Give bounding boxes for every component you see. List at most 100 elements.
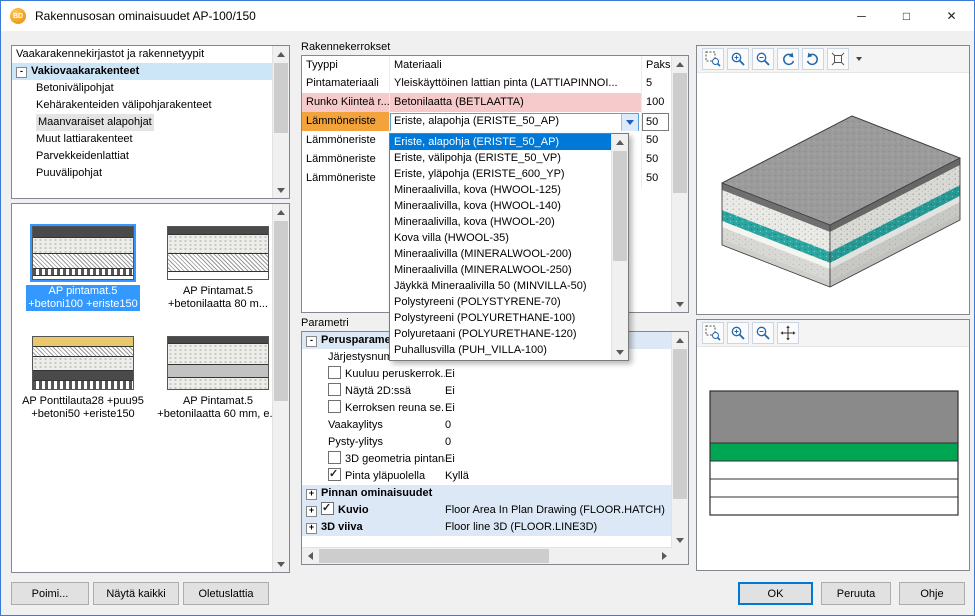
scrollbar-thumb[interactable] (673, 73, 687, 193)
collapse-icon[interactable]: - (16, 67, 27, 78)
scrollbar-thumb[interactable] (274, 63, 288, 133)
combobox-dropdown-button[interactable] (621, 114, 638, 131)
scrollbar-thumb[interactable] (274, 221, 288, 401)
parameters-hscrollbar[interactable] (302, 547, 672, 564)
scroll-down-icon[interactable] (273, 556, 289, 572)
zoom-window-button[interactable] (702, 322, 724, 344)
dropdown-option[interactable]: Eriste, yläpohja (ERISTE_600_YP) (390, 166, 612, 182)
tree-item-muut-lattiarakenteet[interactable]: Muut lattiarakenteet (12, 131, 273, 148)
expand-icon[interactable]: + (306, 506, 317, 517)
tree-item-vakiovaakarakenteet[interactable]: -Vakiovaakarakenteet (12, 63, 273, 80)
param-row-kerroksen-reuna[interactable]: Kerroksen reuna se... Ei (302, 400, 672, 417)
oletuslattia-button[interactable]: Oletuslattia (183, 582, 269, 605)
thumbnail-ap-pintamat5-betonilaatta60[interactable]: AP Pintamat.5 +betonilaatta 60 mm, e... (155, 336, 281, 421)
dropdown-option[interactable]: Eriste, välipohja (ERISTE_50_VP) (390, 150, 612, 166)
expand-icon[interactable]: + (306, 523, 317, 534)
close-button[interactable]: ✕ (929, 1, 974, 31)
tree-item-maanvaraiset-alapohjat[interactable]: Maanvaraiset alapohjat (12, 114, 273, 131)
checkbox-checked[interactable] (321, 502, 334, 515)
checkbox-checked[interactable] (328, 468, 341, 481)
layer-row-lammoneriste-1[interactable]: Lämmöneriste Eriste, alapohja (ERISTE_50… (302, 112, 672, 131)
dropdown-option[interactable]: Polystyreeni (POLYURETHANE-100) (390, 310, 612, 326)
zoom-window-button[interactable] (702, 48, 724, 70)
toolbar-dropdown-button[interactable] (852, 48, 865, 70)
checkbox-unchecked[interactable] (328, 400, 341, 413)
dropdown-option[interactable]: Polyuretaani (POLYURETHANE-120) (390, 326, 612, 342)
param-row-3d-geometria[interactable]: 3D geometria pintana Ei (302, 451, 672, 468)
checkbox-unchecked[interactable] (328, 383, 341, 396)
maximize-button[interactable]: □ (884, 1, 929, 31)
dropdown-option[interactable]: Polystyreeni (POLYSTYRENE-70) (390, 294, 612, 310)
scrollbar-thumb[interactable] (673, 349, 687, 499)
thickness-input[interactable]: 50 (642, 113, 669, 131)
minimize-button[interactable]: ─ (839, 1, 884, 31)
dropdown-option[interactable]: Eriste, alapohja (ERISTE_50_AP) (390, 134, 612, 150)
zoom-out-button[interactable] (752, 48, 774, 70)
scroll-down-icon[interactable] (672, 532, 688, 548)
param-group-kuvio[interactable]: +Kuvio Floor Area In Plan Drawing (FLOOR… (302, 502, 672, 519)
scrollbar-thumb[interactable] (319, 549, 549, 563)
zoom-in-button[interactable] (727, 322, 749, 344)
dropdown-option[interactable]: Kova villa (HWOOL-35) (390, 230, 612, 246)
rotate-right-button[interactable] (802, 48, 824, 70)
thumbnail-ap-pintamat5-betoni100[interactable]: AP pintamat.5 +betoni100 +eriste150 (20, 226, 146, 311)
param-row-pysty-ylitys[interactable]: Pysty-ylitys 0 (302, 434, 672, 451)
dropdown-option[interactable]: Mineraalivilla, kova (HWOOL-140) (390, 198, 612, 214)
preview-3d-viewport[interactable] (697, 72, 969, 314)
parameters-vscrollbar[interactable] (671, 332, 688, 548)
pan-button[interactable] (777, 322, 799, 344)
zoom-out-button[interactable] (752, 322, 774, 344)
dropdown-option[interactable]: Mineraalivilla (MINERALWOOL-200) (390, 246, 612, 262)
layers-scrollbar[interactable] (671, 56, 688, 312)
ok-button[interactable]: OK (738, 582, 813, 605)
checkbox-unchecked[interactable] (328, 366, 341, 379)
zoom-in-button[interactable] (727, 48, 749, 70)
peruuta-button[interactable]: Peruuta (821, 582, 891, 605)
param-row-pinta-ylapuolella[interactable]: Pinta yläpuolella Kyllä (302, 468, 672, 485)
param-row-nayta-2d[interactable]: Näytä 2D:ssä Ei (302, 383, 672, 400)
poimi-button[interactable]: Poimi... (11, 582, 89, 605)
scroll-up-icon[interactable] (672, 56, 688, 72)
scroll-up-icon[interactable] (612, 134, 628, 150)
scroll-down-icon[interactable] (672, 296, 688, 312)
scroll-down-icon[interactable] (273, 182, 289, 198)
dropdown-option[interactable]: Mineraalivilla, kova (HWOOL-125) (390, 182, 612, 198)
thumbnail-ap-pintamat5-betonilaatta80[interactable]: AP Pintamat.5 +betonilaatta 80 m... (155, 226, 281, 311)
scrollbar-thumb[interactable] (613, 151, 627, 261)
checkbox-unchecked[interactable] (328, 451, 341, 464)
tree-item-betonivalipohjat[interactable]: Betonivälipohjat (12, 80, 273, 97)
tree-item-puuvalipohjat[interactable]: Puuvälipohjat (12, 165, 273, 182)
column-header-materiaali[interactable]: Materiaali (390, 56, 642, 74)
preview-2d-viewport[interactable] (697, 346, 969, 570)
tree-item-parvekkeidenlattiat[interactable]: Parvekkeidenlattiat (12, 148, 273, 165)
scroll-up-icon[interactable] (273, 204, 289, 220)
param-group-3d-viiva[interactable]: +3D viiva Floor line 3D (FLOOR.LINE3D) (302, 519, 672, 536)
nayta-kaikki-button[interactable]: Näytä kaikki (93, 582, 179, 605)
rotate-left-button[interactable] (777, 48, 799, 70)
layer-row-pintamateriaali[interactable]: Pintamateriaali Yleiskäyttöinen lattian … (302, 74, 672, 93)
dropdown-scrollbar[interactable] (611, 134, 628, 360)
expand-icon[interactable]: + (306, 489, 317, 500)
material-combobox[interactable]: Eriste, alapohja (ERISTE_50_AP) (390, 113, 639, 131)
param-row-vaakaylitys[interactable]: Vaakaylitys 0 (302, 417, 672, 434)
tree-item-keharakenteiden[interactable]: Kehärakenteiden välipohjarakenteet (12, 97, 273, 114)
dropdown-option[interactable]: Mineraalivilla (MINERALWOOL-250) (390, 262, 612, 278)
dropdown-option[interactable]: Mineraalivilla, kova (HWOOL-20) (390, 214, 612, 230)
scroll-left-icon[interactable] (302, 548, 318, 564)
param-group-pinnan-ominaisuudet[interactable]: +Pinnan ominaisuudet (302, 485, 672, 502)
column-header-tyyppi[interactable]: Tyyppi (302, 56, 390, 74)
dropdown-option[interactable]: Jäykkä Mineraalivilla 50 (MINVILLA-50) (390, 278, 612, 294)
zoom-extents-button[interactable] (827, 48, 849, 70)
thumbnails-scrollbar[interactable] (272, 204, 289, 572)
dropdown-option[interactable]: Puhallusvilla (PUH_VILLA-100) (390, 342, 612, 358)
column-header-paksuus[interactable]: Paksuus (642, 56, 672, 74)
scroll-right-icon[interactable] (656, 548, 672, 564)
scroll-up-icon[interactable] (672, 332, 688, 348)
scroll-up-icon[interactable] (273, 46, 289, 62)
layer-row-runko[interactable]: Runko Kiinteä r... Betonilaatta (BETLAAT… (302, 93, 672, 112)
collapse-icon[interactable]: - (306, 336, 317, 347)
library-scrollbar[interactable] (272, 46, 289, 198)
ohje-button[interactable]: Ohje (899, 582, 965, 605)
param-row-kuuluu-peruskerrokseen[interactable]: Kuuluu peruskerrok... Ei (302, 366, 672, 383)
thumbnail-ap-ponttilauta28[interactable]: AP Ponttilauta28 +puu95 +betoni50 +erist… (20, 336, 146, 421)
